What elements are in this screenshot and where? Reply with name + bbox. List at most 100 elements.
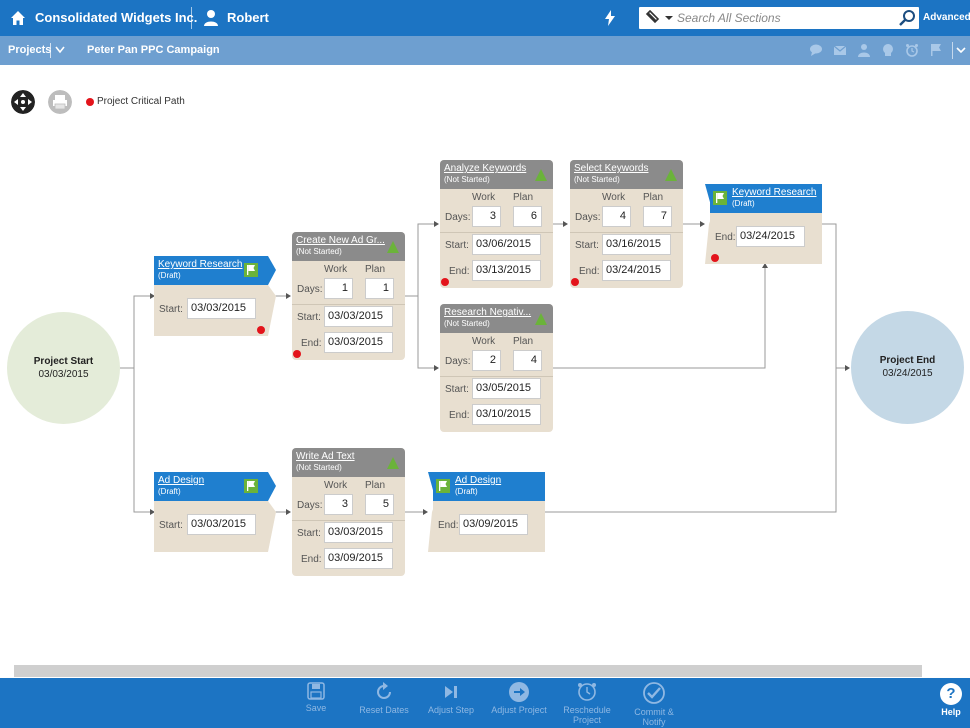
status-triangle-icon bbox=[387, 241, 399, 253]
project-end-milestone[interactable]: Project End 03/24/2015 bbox=[851, 311, 964, 424]
help-icon: ? bbox=[940, 683, 962, 705]
start-label: Start: bbox=[297, 528, 321, 539]
flag-icon bbox=[436, 479, 450, 493]
days-label: Days: bbox=[445, 212, 471, 223]
checkmark-icon bbox=[643, 682, 665, 704]
task-name-link[interactable]: Keyword Research bbox=[732, 187, 824, 198]
work-days-field[interactable]: 1 bbox=[324, 278, 353, 299]
plan-header: Plan bbox=[643, 192, 664, 203]
task-card-research-negative[interactable]: Research Negativ... (Not Started) Work P… bbox=[440, 304, 553, 432]
work-header: Work bbox=[602, 192, 626, 203]
work-header: Work bbox=[324, 264, 348, 275]
critical-path-dot bbox=[257, 326, 265, 334]
critical-path-dot bbox=[571, 278, 579, 286]
adjust-step-label: Adjust Step bbox=[427, 705, 475, 715]
work-header: Work bbox=[472, 192, 496, 203]
task-card-ad-design[interactable]: Ad Design (Draft) Start: 03/03/2015 bbox=[154, 472, 268, 552]
task-name-link[interactable]: Keyword Research bbox=[158, 259, 250, 270]
end-date-field[interactable]: 03/09/2015 bbox=[459, 514, 528, 535]
start-date-field[interactable]: 03/03/2015 bbox=[324, 306, 393, 327]
end-label: End: bbox=[715, 232, 736, 243]
milestone-date: 03/03/2015 bbox=[38, 369, 89, 380]
task-state: (Draft) bbox=[455, 487, 478, 496]
days-label: Days: bbox=[297, 284, 323, 295]
critical-path-dot bbox=[711, 254, 719, 262]
plan-days-field[interactable]: 1 bbox=[365, 278, 394, 299]
work-days-field[interactable]: 3 bbox=[324, 494, 353, 515]
milestone-date: 03/24/2015 bbox=[882, 368, 933, 379]
end-date-field[interactable]: 03/10/2015 bbox=[472, 404, 541, 425]
flag-icon bbox=[713, 191, 727, 205]
task-card-keyword-research-end[interactable]: Keyword Research (Draft) End: 03/24/2015 bbox=[710, 184, 822, 264]
reschedule-label: Reschedule Project bbox=[563, 705, 611, 725]
milestone-title: Project End bbox=[879, 355, 936, 366]
plan-days-field[interactable]: 5 bbox=[365, 494, 394, 515]
end-label: End: bbox=[301, 554, 322, 565]
critical-path-dot bbox=[441, 278, 449, 286]
task-card-create-new-ad-group[interactable]: Create New Ad Gr... (Not Started) Work P… bbox=[292, 232, 405, 360]
reschedule-icon bbox=[578, 683, 596, 701]
work-days-field[interactable]: 2 bbox=[472, 350, 501, 371]
start-date-field[interactable]: 03/05/2015 bbox=[472, 378, 541, 399]
task-card-select-keywords[interactable]: Select Keywords (Not Started) Work Plan … bbox=[570, 160, 683, 288]
task-name-link[interactable]: Research Negativ... bbox=[444, 307, 536, 318]
skip-forward-icon bbox=[445, 686, 457, 698]
plan-header: Plan bbox=[365, 480, 386, 491]
days-label: Days: bbox=[575, 212, 601, 223]
task-name-link[interactable]: Ad Design bbox=[158, 475, 250, 486]
plan-days-field[interactable]: 4 bbox=[513, 350, 542, 371]
milestone-title: Project Start bbox=[33, 356, 94, 367]
status-triangle-icon bbox=[535, 313, 547, 325]
status-triangle-icon bbox=[665, 169, 677, 181]
task-card-keyword-research[interactable]: Keyword Research (Draft) Start: 03/03/20… bbox=[154, 256, 268, 336]
reset-icon bbox=[377, 682, 391, 699]
start-date-field[interactable]: 03/16/2015 bbox=[602, 234, 671, 255]
horizontal-scrollbar[interactable] bbox=[14, 665, 922, 677]
end-date-field[interactable]: 03/13/2015 bbox=[472, 260, 541, 281]
plan-days-field[interactable]: 7 bbox=[643, 206, 672, 227]
start-label: Start: bbox=[297, 312, 321, 323]
card-arrow bbox=[268, 256, 276, 336]
action-bar: Save Reset Dates Adjust Step Adjust Proj… bbox=[0, 678, 970, 728]
task-name-link[interactable]: Ad Design bbox=[455, 475, 547, 486]
reschedule-project-button[interactable]: Reschedule Project bbox=[558, 681, 616, 725]
save-label: Save bbox=[305, 703, 327, 713]
end-date-field[interactable]: 03/24/2015 bbox=[602, 260, 671, 281]
task-name-link[interactable]: Select Keywords bbox=[574, 163, 666, 174]
start-date-field[interactable]: 03/03/2015 bbox=[324, 522, 393, 543]
project-start-milestone[interactable]: Project Start 03/03/2015 bbox=[7, 312, 120, 424]
work-days-field[interactable]: 3 bbox=[472, 206, 501, 227]
end-label: End: bbox=[301, 338, 322, 349]
save-icon bbox=[307, 682, 325, 700]
commit-notify-button[interactable]: Commit & Notify bbox=[628, 681, 680, 727]
task-card-analyze-keywords[interactable]: Analyze Keywords (Not Started) Work Plan… bbox=[440, 160, 553, 288]
status-triangle-icon bbox=[535, 169, 547, 181]
help-label: Help bbox=[941, 707, 961, 717]
task-card-ad-design-end[interactable]: Ad Design (Draft) End: 03/09/2015 bbox=[433, 472, 545, 552]
task-name-link[interactable]: Write Ad Text bbox=[296, 451, 388, 462]
task-name-link[interactable]: Create New Ad Gr... bbox=[296, 235, 388, 246]
start-label: Start: bbox=[575, 240, 599, 251]
reset-dates-button[interactable]: Reset Dates bbox=[356, 681, 412, 715]
plan-days-field[interactable]: 6 bbox=[513, 206, 542, 227]
start-date-field[interactable]: 03/06/2015 bbox=[472, 234, 541, 255]
save-button[interactable]: Save bbox=[298, 681, 334, 713]
start-date-field[interactable]: 03/03/2015 bbox=[187, 298, 256, 319]
work-days-field[interactable]: 4 bbox=[602, 206, 631, 227]
end-label: End: bbox=[438, 520, 459, 531]
start-date-field[interactable]: 03/03/2015 bbox=[187, 514, 256, 535]
reset-dates-label: Reset Dates bbox=[359, 705, 409, 715]
plan-header: Plan bbox=[513, 192, 534, 203]
adjust-step-button[interactable]: Adjust Step bbox=[424, 681, 478, 715]
help-button[interactable]: ? Help bbox=[937, 683, 965, 717]
task-card-write-ad-text[interactable]: Write Ad Text (Not Started) Work Plan Da… bbox=[292, 448, 405, 576]
start-label: Start: bbox=[159, 304, 183, 315]
work-header: Work bbox=[472, 336, 496, 347]
days-label: Days: bbox=[297, 500, 323, 511]
start-label: Start: bbox=[159, 520, 183, 531]
end-date-field[interactable]: 03/09/2015 bbox=[324, 548, 393, 569]
adjust-project-button[interactable]: Adjust Project bbox=[488, 681, 550, 715]
end-date-field[interactable]: 03/24/2015 bbox=[736, 226, 805, 247]
end-date-field[interactable]: 03/03/2015 bbox=[324, 332, 393, 353]
task-name-link[interactable]: Analyze Keywords bbox=[444, 163, 536, 174]
